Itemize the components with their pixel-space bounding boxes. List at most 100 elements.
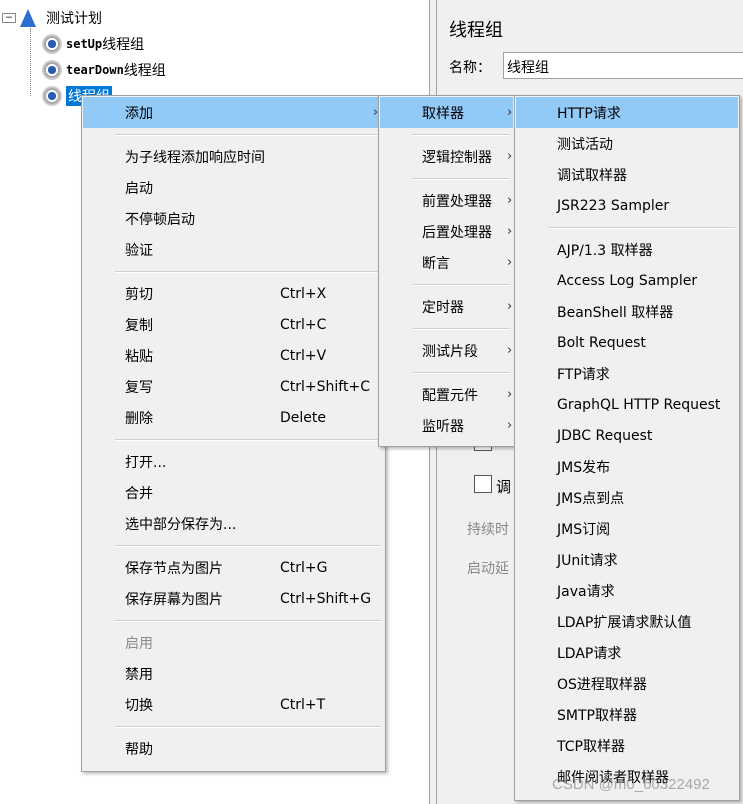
menu-item[interactable]: JSR223 Sampler [516,190,738,221]
menu-item[interactable]: JMS订阅 [516,513,738,544]
menu-item-label: 配置元件 [422,387,478,404]
menu-item-label: OS进程取样器 [557,676,647,693]
menu-item-label: 合并 [125,485,153,502]
menu-item[interactable]: 验证 [83,234,384,265]
sampler-submenu: HTTP请求测试活动调试取样器 JSR223 Sampler AJP/1.3 取样器… [514,95,740,801]
tree-line [30,28,31,96]
menu-item[interactable]: 粘贴 Ctrl+V [83,340,384,371]
menu-item[interactable]: 测试片段 › [380,335,513,366]
menu-item[interactable]: 调试取样器 [516,159,738,190]
menu-item-label: 切换 [125,697,153,714]
menu-item[interactable]: 保存屏幕为图片 Ctrl+Shift+G [83,583,384,614]
chevron-right-icon: › [507,299,513,314]
menu-item[interactable]: 测试活动 [516,128,738,159]
menu-item[interactable]: Access Log Sampler [516,265,738,296]
menu-item-label: 测试活动 [557,136,613,153]
menu-item[interactable]: JMS发布 [516,451,738,482]
menu-item-label: JMS发布 [557,459,611,476]
menu-item-label: TCP取样器 [557,738,625,755]
menu-item[interactable]: 剪切 Ctrl+X [83,278,384,309]
menu-item[interactable]: HTTP请求 [516,97,738,128]
menu-item[interactable]: 合并 [83,477,384,508]
menu-item-label: 测试片段 [422,343,478,360]
menu-item[interactable]: 选中部分保存为... [83,508,384,539]
menu-item-label: 前置处理器 [422,193,492,210]
menu-item[interactable]: 添加 › [83,97,384,128]
menu-item[interactable]: BeanShell 取样器 [516,296,738,327]
menu-separator [115,619,381,622]
menu-item[interactable]: 保存节点为图片 Ctrl+G [83,552,384,583]
menu-item-label: 为子线程添加响应时间 [125,149,265,166]
menu-item[interactable]: 切换 Ctrl+T [83,689,384,720]
menu-separator [548,226,735,229]
menu-item-label: BeanShell 取样器 [557,304,674,321]
menu-item[interactable]: 禁用 [83,658,384,689]
menu-separator [412,133,510,136]
shortcut-label: Ctrl+T [280,696,326,713]
menu-item[interactable]: 断言 › [380,247,513,278]
context-menu: 添加 › 为子线程添加响应时间启动 不停顿启动验证剪切 Ctrl+X 复制 Ctrl+C 粘贴… [81,95,386,772]
menu-separator [115,438,381,441]
menu-item[interactable]: 配置元件 › [380,379,513,410]
menu-item[interactable]: 帮助 [83,733,384,764]
menu-item[interactable]: 启用 [83,627,384,658]
menu-item[interactable]: SMTP取样器 [516,699,738,730]
menu-item[interactable]: 取样器 › [380,97,513,128]
shortcut-label: Ctrl+C [280,316,327,333]
menu-item-label: Java请求 [557,583,615,600]
menu-item[interactable]: 复制 Ctrl+C [83,309,384,340]
menu-item-label: 验证 [125,242,153,259]
tree-root[interactable]: − 测试计划 [0,7,102,29]
menu-separator [412,177,510,180]
menu-item[interactable]: LDAP扩展请求默认值 [516,606,738,637]
shortcut-label: Delete [280,409,326,426]
menu-item[interactable]: 启动 [83,172,384,203]
menu-item[interactable]: 打开... [83,446,384,477]
menu-item-label: SMTP取样器 [557,707,637,724]
menu-item[interactable]: 为子线程添加响应时间 [83,141,384,172]
flask-icon [20,9,36,27]
menu-item[interactable]: Bolt Request [516,327,738,358]
menu-item[interactable]: 逻辑控制器 › [380,141,513,172]
menu-item-label: 启用 [125,635,153,652]
menu-item-label: 打开... [125,454,167,471]
shortcut-label: Ctrl+V [280,347,327,364]
menu-item[interactable]: JMS点到点 [516,482,738,513]
tree-root-label: 测试计划 [46,11,102,27]
menu-item-label: JSR223 Sampler [557,197,670,214]
tree-node-teardown[interactable]: tearDown 线程组 [42,59,166,81]
menu-item[interactable]: JUnit请求 [516,544,738,575]
scheduler-checkbox[interactable] [474,475,492,493]
menu-item[interactable]: LDAP请求 [516,637,738,668]
menu-item[interactable]: 复写 Ctrl+Shift+C [83,371,384,402]
startup-delay-label: 启动延 [467,561,509,577]
menu-item[interactable]: Java请求 [516,575,738,606]
name-input[interactable]: 线程组 [503,52,743,79]
menu-item-label: 禁用 [125,666,153,683]
menu-item[interactable]: JDBC Request [516,420,738,451]
menu-item[interactable]: AJP/1.3 取样器 [516,234,738,265]
chevron-right-icon: › [507,149,513,164]
menu-item-label: LDAP扩展请求默认值 [557,614,692,631]
menu-item-label: 取样器 [422,105,464,122]
menu-item-label: Bolt Request [557,334,646,351]
menu-item[interactable]: TCP取样器 [516,730,738,761]
collapse-icon[interactable]: − [2,13,16,23]
chevron-right-icon: › [507,387,513,402]
menu-item[interactable]: 监听器 › [380,410,513,441]
menu-item[interactable]: OS进程取样器 [516,668,738,699]
menu-item[interactable]: 前置处理器 › [380,185,513,216]
menu-item[interactable]: 定时器 › [380,291,513,322]
menu-item[interactable]: 后置处理器 › [380,216,513,247]
menu-item[interactable]: 删除 Delete [83,402,384,433]
menu-separator [412,283,510,286]
menu-item[interactable]: GraphQL HTTP Request [516,389,738,420]
menu-separator [115,544,381,547]
chevron-right-icon: › [507,343,513,358]
chevron-right-icon: › [507,418,513,433]
tree-node-setup[interactable]: setUp 线程组 [42,33,144,55]
menu-item[interactable]: 不停顿启动 [83,203,384,234]
menu-item-label: 保存节点为图片 [125,560,223,577]
chevron-right-icon: › [507,193,513,208]
menu-item[interactable]: FTP请求 [516,358,738,389]
